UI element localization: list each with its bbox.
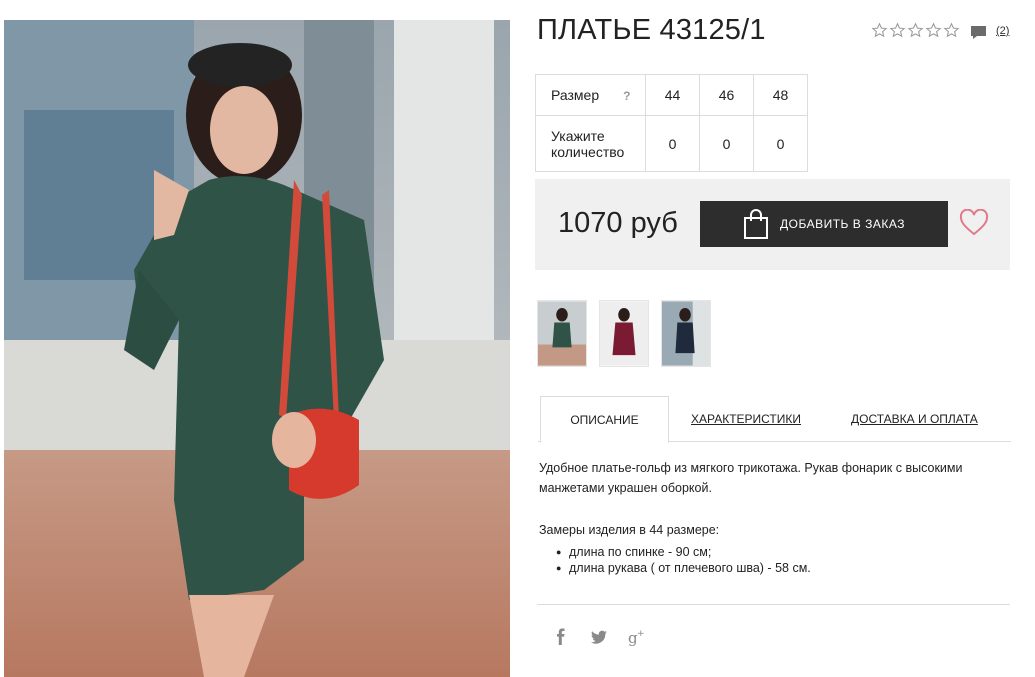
list-item: длина рукава ( от плечевого шва) - 58 см… (556, 560, 811, 576)
description-text: Удобное платье-гольф из мягкого трикотаж… (539, 461, 963, 495)
heart-icon[interactable] (959, 208, 989, 237)
product-tabs: ОПИСАНИЕ ХАРАКТЕРИСТИКИ ДОСТАВКА И ОПЛАТ… (538, 396, 1011, 443)
add-to-order-button[interactable]: ДОБАВИТЬ В ЗАКАЗ (700, 201, 948, 247)
measures-list: длина по спинке - 90 см; длина рукава ( … (556, 544, 811, 576)
product-description: Удобное платье-гольф из мягкого трикотаж… (539, 458, 1009, 498)
star-icon[interactable] (943, 22, 960, 39)
quantity-44-input[interactable]: 0 (645, 115, 700, 172)
quantity-row: Укажите количество 0 0 0 (535, 115, 808, 172)
divider (537, 604, 1010, 605)
star-icon[interactable] (871, 22, 888, 39)
rating-stars[interactable] (871, 22, 960, 39)
quantity-label: Укажите количество (535, 115, 646, 172)
twitter-icon[interactable] (590, 628, 608, 646)
price-box: 1070 руб ДОБАВИТЬ В ЗАКАЗ (535, 179, 1010, 270)
product-title: ПЛАТЬЕ 43125/1 (537, 14, 766, 46)
google-plus-icon[interactable]: g + (628, 628, 646, 646)
list-item: длина по спинке - 90 см; (556, 544, 811, 560)
thumbnail-burgundy-dress[interactable] (599, 300, 649, 367)
add-to-order-label: ДОБАВИТЬ В ЗАКАЗ (780, 217, 905, 231)
star-icon[interactable] (907, 22, 924, 39)
tab-description[interactable]: ОПИСАНИЕ (540, 396, 669, 443)
main-product-photo[interactable] (4, 20, 510, 677)
svg-text:+: + (637, 629, 645, 639)
comment-icon[interactable] (970, 25, 987, 40)
shopping-bag-icon (742, 208, 770, 240)
size-44-cell: 44 (645, 74, 700, 116)
quantity-46-input[interactable]: 0 (699, 115, 754, 172)
size-row: Размер? 44 46 48 (535, 74, 808, 116)
quantity-48-input[interactable]: 0 (753, 115, 808, 172)
size-header-cell: Размер? (535, 74, 646, 116)
thumbnail-navy-dress[interactable] (661, 300, 711, 367)
tab-characteristics[interactable]: ХАРАКТЕРИСТИКИ (691, 396, 801, 442)
tab-delivery-payment[interactable]: ДОСТАВКА И ОПЛАТА (851, 396, 978, 442)
social-share: g + (552, 628, 646, 646)
size-label: Размер (551, 87, 600, 103)
review-count-link[interactable]: (2) (996, 25, 1009, 37)
facebook-icon[interactable] (552, 628, 570, 646)
measures-title: Замеры изделия в 44 размере: (539, 523, 720, 537)
product-price: 1070 руб (558, 207, 678, 239)
star-icon[interactable] (925, 22, 942, 39)
size-help-icon[interactable]: ? (623, 89, 630, 103)
thumbnail-gallery (537, 300, 711, 367)
size-quantity-table: Размер? 44 46 48 Укажите количество 0 0 … (535, 74, 808, 172)
size-48-cell: 48 (753, 74, 808, 116)
thumbnail-green-dress[interactable] (537, 300, 587, 367)
star-icon[interactable] (889, 22, 906, 39)
size-46-cell: 46 (699, 74, 754, 116)
